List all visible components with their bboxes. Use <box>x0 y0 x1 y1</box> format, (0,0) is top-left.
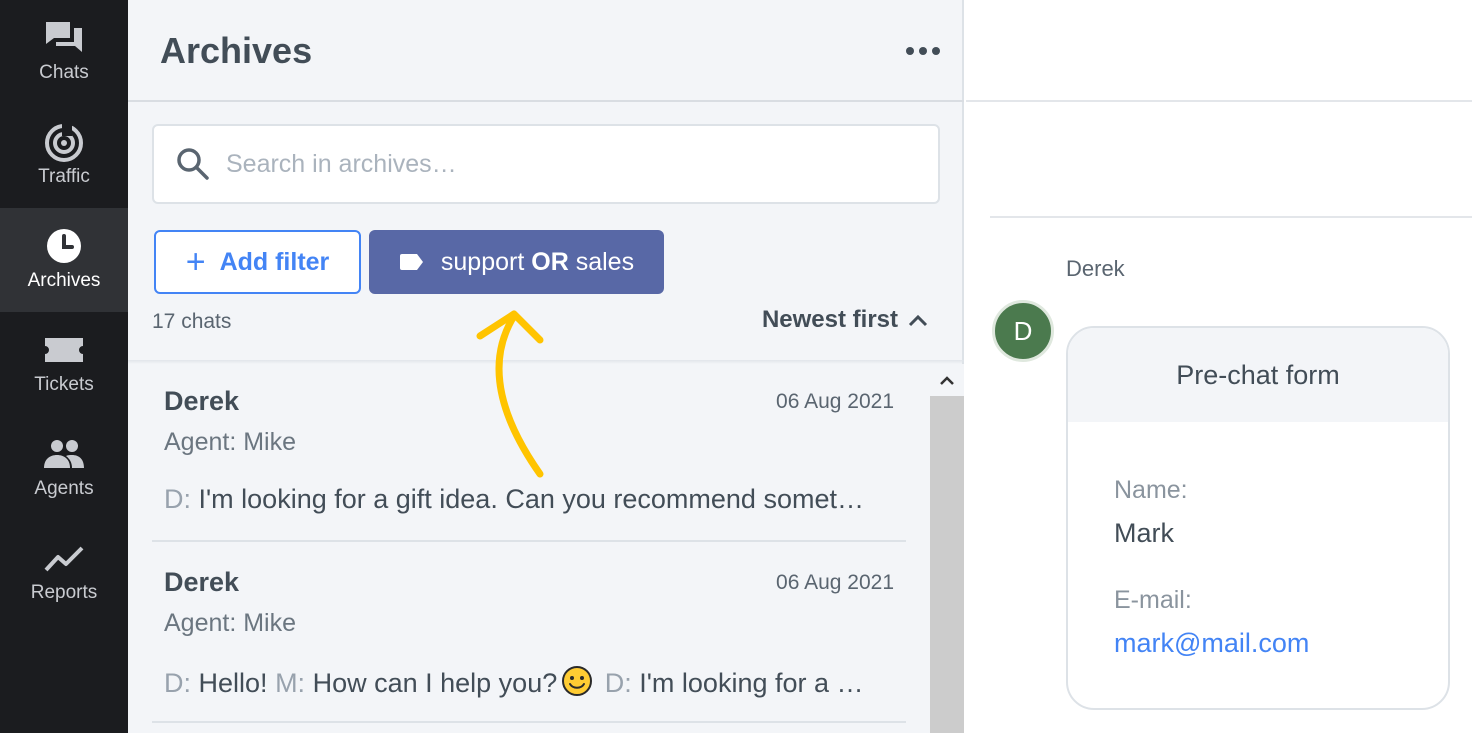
form-name-value: Mark <box>1114 518 1174 548</box>
sidebar-item-tickets[interactable]: Tickets <box>0 312 128 416</box>
preview-speaker: D: <box>604 668 632 698</box>
pre-chat-form-card: Pre-chat form Name: Mark E-mail: mark@ma… <box>1066 326 1450 710</box>
list-scrollbar[interactable] <box>930 364 964 733</box>
form-email-label: E-mail: <box>1114 586 1192 614</box>
scroll-up-button[interactable] <box>930 364 964 396</box>
plus-icon: + <box>185 243 206 281</box>
chat-date: 06 Aug 2021 <box>776 571 894 594</box>
tag-filter-chip[interactable]: support OR sales <box>369 230 664 294</box>
chevron-up-icon <box>940 376 954 385</box>
preview-text: Hello! <box>198 668 268 698</box>
page-title: Archives <box>160 30 313 71</box>
sidebar: Chats Traffic Archives Tickets Agents Re… <box>0 0 128 733</box>
chat-agent: Agent: Mike <box>164 609 297 637</box>
archives-panel: Archives + Add filter support OR sales 1… <box>128 0 964 733</box>
divider <box>966 100 1472 102</box>
sidebar-item-label: Chats <box>39 62 89 83</box>
chat-date: 06 Aug 2021 <box>776 390 894 413</box>
sidebar-item-label: Reports <box>30 582 98 603</box>
sidebar-item-traffic[interactable]: Traffic <box>0 104 128 208</box>
more-options-icon[interactable] <box>906 44 940 58</box>
sort-toggle[interactable]: Newest first <box>762 306 928 334</box>
traffic-icon <box>45 124 83 162</box>
sidebar-item-label: Agents <box>34 478 94 499</box>
tag-filter-left: support <box>440 247 525 276</box>
ticket-icon <box>45 338 83 362</box>
form-email-link[interactable]: mark@mail.com <box>1114 628 1309 659</box>
preview-speaker: D: <box>164 484 191 514</box>
preview-speaker: D: <box>164 668 191 698</box>
add-filter-label: Add filter <box>219 247 330 276</box>
chat-customer-name: Derek <box>164 567 240 597</box>
chat-details-panel: Derek D Pre-chat form Name: Mark E-mail:… <box>966 0 1472 733</box>
chats-icon <box>46 22 82 52</box>
sidebar-item-archives[interactable]: Archives <box>0 208 128 312</box>
sidebar-item-chats[interactable]: Chats <box>0 0 128 104</box>
chat-preview: D: Hello! M: How can I help you? D: I'm … <box>164 665 894 699</box>
search-icon <box>177 148 209 180</box>
avatar: D <box>992 300 1054 362</box>
sidebar-item-label: Traffic <box>38 166 90 187</box>
chat-list-item[interactable]: Derek 06 Aug 2021 Agent: Mike D: Hello! … <box>152 543 906 723</box>
form-name-label: Name: <box>1114 476 1188 504</box>
tag-icon <box>399 254 423 270</box>
preview-text: I'm looking for a … <box>639 668 864 698</box>
sidebar-item-reports[interactable]: Reports <box>0 520 128 624</box>
chat-preview: D: I'm looking for a gift idea. Can you … <box>164 484 894 515</box>
message-sender-name: Derek <box>1066 256 1125 281</box>
search-input[interactable] <box>226 149 906 179</box>
smiley-emoji-icon <box>562 666 593 696</box>
chat-agent: Agent: Mike <box>164 428 297 456</box>
divider <box>990 216 1472 218</box>
archives-header: Archives <box>128 0 964 102</box>
sidebar-item-label: Archives <box>27 270 101 291</box>
clock-icon <box>47 229 81 263</box>
sidebar-item-label: Tickets <box>34 374 94 395</box>
chat-list-item[interactable]: Derek 06 Aug 2021 Agent: Mike D: I'm loo… <box>152 362 906 542</box>
add-filter-button[interactable]: + Add filter <box>154 230 361 294</box>
tag-filter-right: sales <box>575 247 635 276</box>
chat-count: 17 chats <box>152 310 232 333</box>
preview-text: How can I help you? <box>312 668 558 698</box>
sidebar-item-agents[interactable]: Agents <box>0 416 128 520</box>
reports-icon <box>44 546 84 572</box>
preview-speaker: M: <box>275 668 306 698</box>
sort-label: Newest first <box>761 306 898 333</box>
chat-customer-name: Derek <box>164 386 240 416</box>
tag-filter-operator: OR <box>531 247 569 276</box>
agents-icon <box>44 440 84 468</box>
chevron-up-icon <box>908 314 928 327</box>
search-box <box>152 124 940 204</box>
form-card-title: Pre-chat form <box>1068 328 1448 422</box>
preview-text: I'm looking for a gift idea. Can you rec… <box>198 484 864 514</box>
